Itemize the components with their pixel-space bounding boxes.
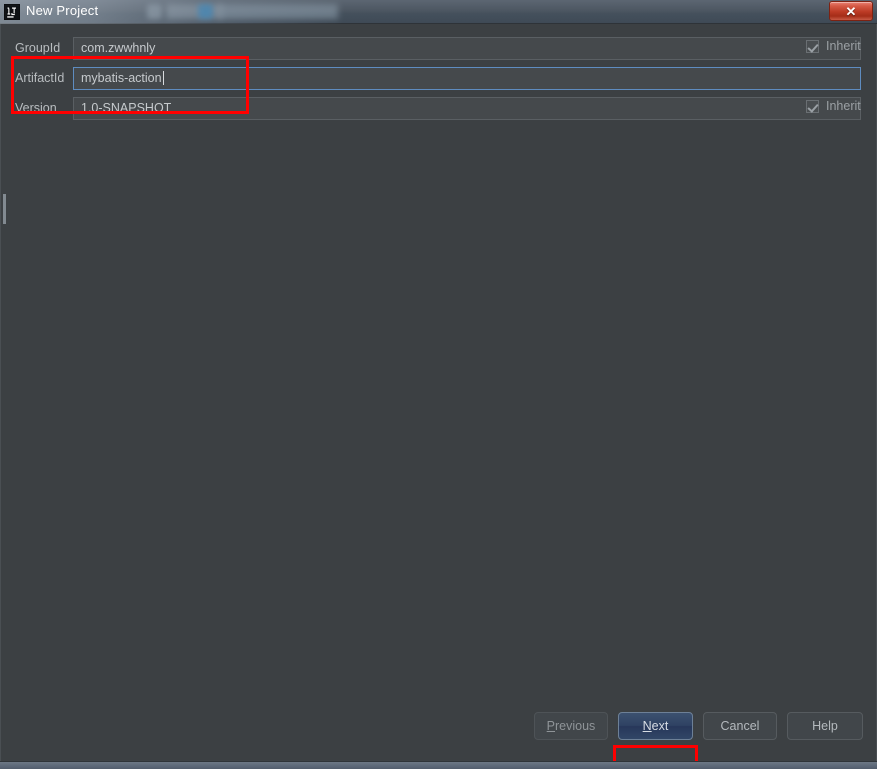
close-icon: ✕	[845, 3, 857, 19]
help-button[interactable]: Help	[787, 712, 863, 740]
version-label: Version	[15, 101, 57, 115]
background-blur-text-2	[218, 4, 338, 19]
intellij-idea-icon	[4, 4, 20, 20]
cancel-button[interactable]: Cancel	[703, 712, 777, 740]
inherit-version-checkbox[interactable]: Inherit	[806, 99, 861, 113]
artifactid-input[interactable]: mybatis-action	[73, 66, 861, 90]
background-blur-icon-1	[147, 4, 162, 19]
artifactid-label: ArtifactId	[15, 71, 65, 85]
inherit-groupid-label: Inherit	[826, 39, 861, 53]
window-title: New Project	[26, 3, 99, 18]
groupid-input[interactable]: com.zwwhnly	[73, 36, 861, 60]
background-blur-icon-2	[198, 4, 213, 19]
version-value: 1.0-SNAPSHOT	[81, 101, 172, 115]
help-button-label: Help	[812, 719, 838, 733]
title-bar: New Project ✕	[0, 0, 877, 24]
inherit-version-label: Inherit	[826, 99, 861, 113]
new-project-dialog: New Project ✕ GroupId com.zwwhnly Artifa…	[0, 0, 877, 769]
checkbox-checked-icon	[806, 99, 819, 113]
artifactid-value: mybatis-action	[81, 71, 162, 85]
close-button[interactable]: ✕	[829, 1, 873, 21]
previous-button-label: Previous	[546, 719, 596, 733]
artifactid-row: ArtifactId mybatis-action	[1, 63, 877, 93]
previous-button[interactable]: Previous	[534, 712, 608, 740]
checkbox-checked-icon	[806, 39, 819, 53]
groupid-row: GroupId com.zwwhnly	[1, 33, 877, 63]
next-button-label: Next	[642, 719, 669, 733]
dialog-content: GroupId com.zwwhnly ArtifactId mybatis-a…	[0, 24, 877, 769]
version-input[interactable]: 1.0-SNAPSHOT	[73, 96, 861, 120]
version-row: Version 1.0-SNAPSHOT	[1, 93, 877, 123]
next-button[interactable]: Next	[618, 712, 693, 740]
text-caret	[162, 71, 164, 85]
window-bottom-edge	[0, 761, 877, 769]
left-edge-artifact	[3, 194, 6, 224]
groupid-value: com.zwwhnly	[81, 41, 156, 55]
groupid-label: GroupId	[15, 41, 61, 55]
background-blur-text-1	[166, 4, 222, 19]
inherit-groupid-checkbox[interactable]: Inherit	[806, 39, 861, 53]
dialog-button-bar: Previous Next Cancel Help	[1, 708, 877, 748]
cancel-button-label: Cancel	[720, 719, 760, 733]
